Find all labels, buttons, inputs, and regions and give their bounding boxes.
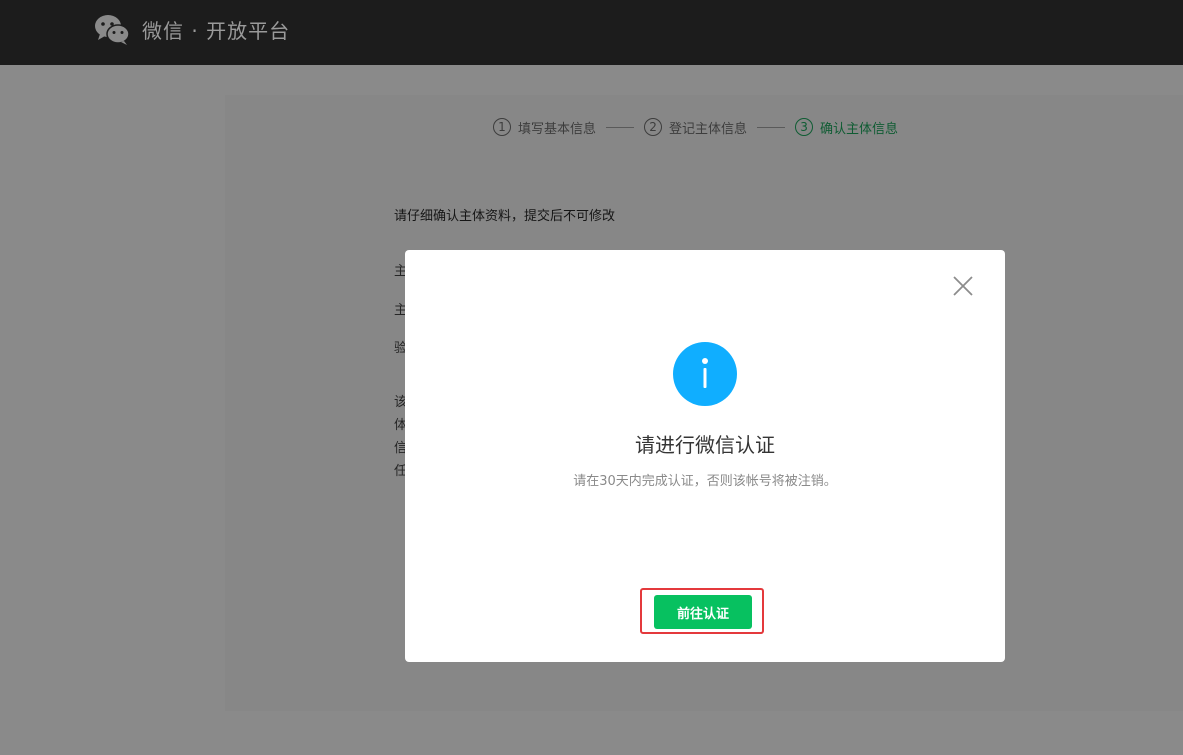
- step-divider: [606, 126, 635, 128]
- verification-dialog: 请进行微信认证 请在30天内完成认证，否则该帐号将被注销。 前往认证: [405, 250, 1005, 662]
- dialog-title: 请进行微信认证: [635, 433, 775, 457]
- close-icon: [953, 276, 973, 296]
- top-header: 微信 · 开放平台: [0, 0, 1183, 65]
- step-indicator: 1 填写基本信息 2 登记主体信息 3 确认主体信息: [493, 117, 898, 137]
- confirm-notice: 请仔细确认主体资料，提交后不可修改: [394, 209, 616, 224]
- step-2-label: 登记主体信息: [669, 121, 748, 137]
- logo-text: 微信 · 开放平台: [142, 18, 291, 43]
- go-verify-button[interactable]: 前往认证: [654, 595, 752, 629]
- step-3: 3 确认主体信息: [795, 118, 898, 137]
- step-divider: [757, 126, 786, 128]
- step-1-label: 填写基本信息: [518, 121, 597, 137]
- close-button[interactable]: [951, 274, 975, 298]
- wechat-icon: [95, 15, 130, 45]
- step-1: 1 填写基本信息: [493, 118, 596, 137]
- wechat-logo[interactable]: 微信 · 开放平台: [94, 12, 290, 46]
- step-2: 2 登记主体信息: [644, 118, 747, 137]
- dialog-description: 请在30天内完成认证，否则该帐号将被注销。: [573, 474, 837, 489]
- step-1-number: 1: [493, 118, 511, 136]
- step-3-label: 确认主体信息: [820, 121, 899, 137]
- step-2-number: 2: [644, 118, 663, 136]
- info-icon: [673, 342, 737, 406]
- step-3-number: 3: [795, 118, 814, 136]
